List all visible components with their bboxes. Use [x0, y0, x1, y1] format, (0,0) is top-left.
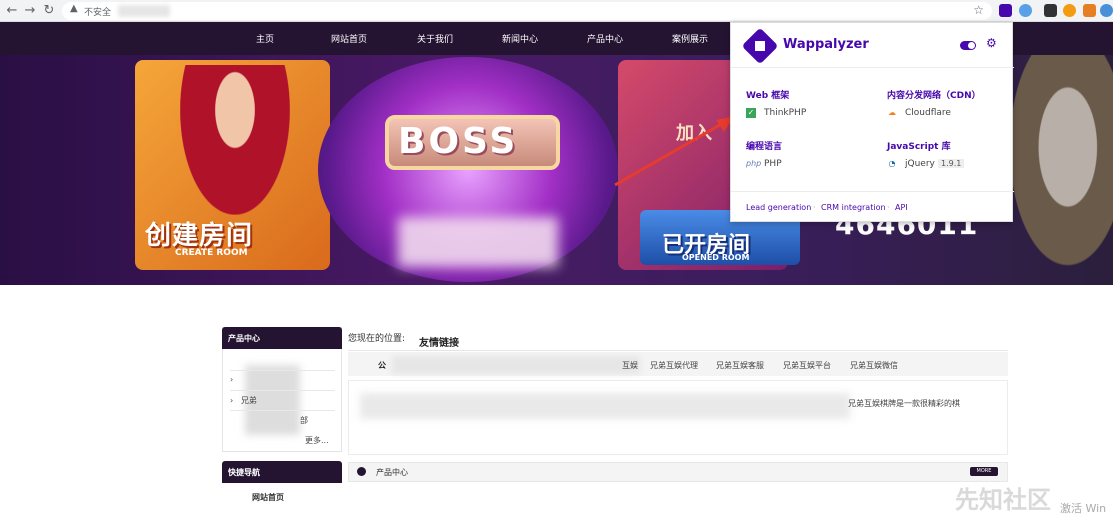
link-lead-generation[interactable]: Lead generation: [746, 203, 811, 212]
jquery-version: 1.9.1: [938, 159, 965, 168]
friend-link[interactable]: 兄弟互娱微信: [850, 360, 898, 371]
sidebar-item[interactable]: › 兄弟: [230, 395, 257, 406]
friend-link[interactable]: 兄弟互娱客服: [716, 360, 764, 371]
friend-link-first[interactable]: 公: [378, 360, 386, 371]
thinkphp-icon: ✓: [746, 108, 756, 118]
activate-windows-text: 激活 Win: [1060, 502, 1107, 515]
extension-icon[interactable]: [1100, 4, 1113, 17]
sidebar-more-link[interactable]: 更多...: [305, 435, 329, 446]
address-bar[interactable]: ▲ 不安全 ☆: [62, 2, 992, 20]
more-button[interactable]: MORE: [970, 467, 998, 476]
boss-text: BOSS: [398, 121, 519, 162]
divider: [731, 67, 1014, 68]
nav-item-home[interactable]: 主页: [256, 32, 274, 45]
quick-nav-home[interactable]: 网站首页: [252, 492, 284, 503]
divider: [348, 350, 1008, 351]
blurred-links: [392, 356, 640, 374]
reload-icon[interactable]: ↻: [41, 3, 57, 19]
wolf-image: [1000, 55, 1113, 285]
link-api[interactable]: API: [895, 203, 908, 212]
link-separator: ·: [887, 203, 890, 212]
tech-php[interactable]: PHP: [764, 159, 782, 169]
wappalyzer-logo-icon: [741, 27, 779, 65]
sidebar-bullet: ›: [230, 375, 234, 384]
divider: [731, 191, 1014, 192]
nav-item-site-home[interactable]: 网站首页: [331, 32, 367, 45]
page-title: 友情链接: [419, 338, 459, 349]
toggle-switch[interactable]: [960, 41, 976, 50]
nav-item-news[interactable]: 新闻中心: [502, 32, 538, 45]
product-section-bar: [348, 462, 1008, 482]
category-web-framework: Web 框架: [746, 91, 790, 101]
sidebar-heading-quick-nav: 快捷导航: [222, 461, 342, 483]
hostess-image: [180, 65, 290, 215]
gear-icon[interactable]: ⚙: [986, 36, 997, 50]
tech-jquery[interactable]: jQuery: [905, 159, 935, 169]
sidebar-item-suffix: 部: [300, 416, 308, 425]
nav-item-cases[interactable]: 案例展示: [672, 32, 708, 45]
divider: [230, 410, 335, 411]
calendar-extension-icon[interactable]: [1044, 4, 1057, 17]
product-section-title: 产品中心: [376, 468, 408, 477]
category-javascript-library: JavaScript 库: [887, 142, 951, 152]
create-room-title: 创建房间: [145, 221, 254, 251]
bookmark-star-icon[interactable]: ☆: [973, 3, 984, 17]
cloudflare-icon: ☁: [888, 108, 896, 117]
back-icon[interactable]: ←: [4, 3, 20, 19]
bullet-icon: [357, 467, 366, 476]
link-crm-integration[interactable]: CRM integration: [821, 203, 886, 212]
wappalyzer-title: Wappalyzer: [783, 37, 869, 52]
jquery-icon: ◔: [888, 159, 896, 168]
extension-icon[interactable]: [1019, 4, 1032, 17]
red-arrow-annotation: [614, 116, 734, 187]
ip-extension-icon[interactable]: [1083, 4, 1096, 17]
link-separator: ·: [813, 203, 816, 212]
wappalyzer-extension-icon[interactable]: [999, 4, 1012, 17]
friend-link[interactable]: 兄弟互娱代理: [650, 360, 698, 371]
forward-icon[interactable]: →: [22, 3, 38, 19]
php-icon: php: [746, 159, 762, 168]
warning-icon: ▲: [70, 3, 78, 14]
blurred-content: [360, 393, 850, 419]
extension-icon[interactable]: [1063, 4, 1076, 17]
divider: [230, 390, 335, 391]
blurred-url: [118, 5, 170, 17]
nav-item-about[interactable]: 关于我们: [417, 32, 453, 45]
security-label: 不安全: [84, 8, 112, 18]
tech-thinkphp[interactable]: ThinkPHP: [764, 108, 806, 118]
tech-cloudflare[interactable]: Cloudflare: [905, 108, 951, 118]
browser-toolbar: ← → ↻ ▲ 不安全 ☆: [0, 0, 1113, 22]
watermark: 先知社区: [955, 486, 1051, 514]
category-cdn: 内容分发网络（CDN）: [887, 91, 981, 101]
sidebar-heading-products: 产品中心: [222, 327, 342, 349]
friend-link[interactable]: 互娱: [622, 360, 638, 371]
category-programming-language: 编程语言: [746, 142, 783, 152]
divider: [230, 370, 335, 371]
opened-room-subtitle: OPENED ROOM: [682, 253, 750, 262]
breadcrumb-label: 您现在的位置:: [348, 334, 406, 344]
content-text: 兄弟互娱棋牌是一款很精彩的棋: [848, 399, 960, 408]
friend-link[interactable]: 兄弟互娱平台: [783, 360, 831, 371]
blurred-text: [398, 217, 558, 267]
create-room-subtitle: CREATE ROOM: [175, 248, 248, 258]
wappalyzer-popup: Wappalyzer ⚙ Web 框架 ✓ ThinkPHP 内容分发网络（CD…: [730, 22, 1014, 222]
nav-item-products[interactable]: 产品中心: [587, 32, 623, 45]
